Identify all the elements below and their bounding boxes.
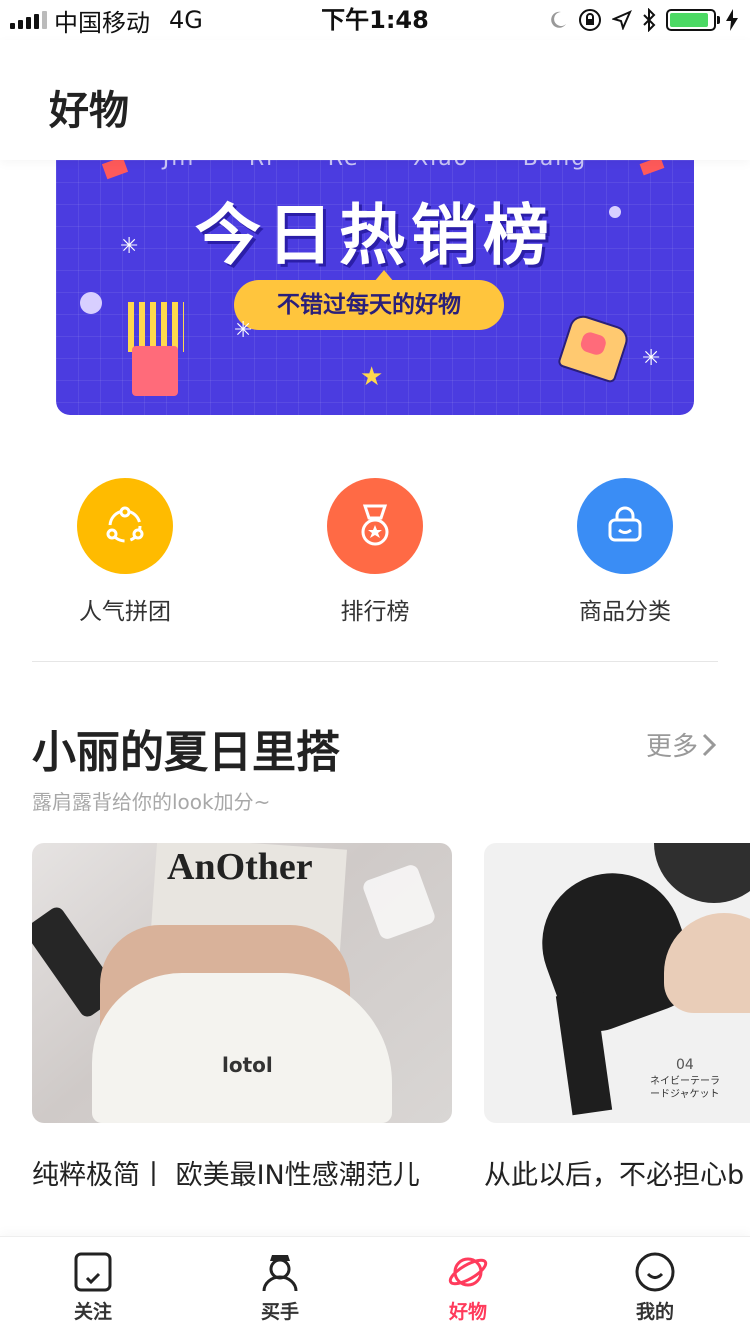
banner-pinyin-item: Xiao [413,160,469,171]
card-title: 从此以后，不必担心b [484,1160,745,1191]
banner-title: 今日热销榜 [195,197,555,274]
card-title: 纯粹极简丨 欧美最IN性感潮范儿 [32,1160,420,1191]
cup-decoration-icon [132,346,178,396]
quick-nav-label: 商品分类 [579,599,671,625]
fries-decoration-icon [128,302,184,352]
group-share-icon [77,478,173,574]
tab-label: 买手 [260,1301,299,1323]
medal-icon [327,478,423,574]
battery-icon [666,9,720,31]
status-right [548,7,738,33]
tab-buyer[interactable]: 买手 [220,1251,340,1324]
more-label: 更多 [645,732,698,762]
card-image: 04 ネイビーテーラードジャケット [484,843,750,1123]
top-header: 好物 [0,40,750,160]
more-link[interactable]: 更多 [646,726,718,763]
follow-icon [74,1252,112,1292]
quick-nav-group-buy[interactable]: 人气拼团 [25,478,225,626]
planet-icon [448,1257,488,1287]
cup-grey-shape [654,843,750,903]
quick-nav-category[interactable]: 商品分类 [525,478,725,626]
sparkle-icon: ✳ [234,318,253,343]
section-title: 小丽的夏日里搭 [32,727,340,778]
card-image-note: ネイビーテーラードジャケット [650,1076,720,1100]
banner-pinyin-item: Ri [249,160,274,171]
charging-icon [726,9,738,31]
card-image-note: lotol [222,1053,273,1077]
outfit-card[interactable]: AnOther lotol 纯粹极简丨 欧美最IN性感潮范儿 [32,843,452,1192]
sparkle-icon: ✳ [642,346,661,371]
planet-decoration-icon [80,292,102,314]
app-screen: 中国移动 4G 下午1:48 好物 Jin Ri Re Xiao Bang 今 [0,0,750,1334]
section-divider [32,661,718,662]
quick-nav: 人气拼团 排行榜 商品分类 [0,478,750,628]
hot-sale-banner[interactable]: Jin Ri Re Xiao Bang 今日热销榜 不错过每天的好物 ✳ ✳ ✳… [56,160,694,415]
page-title: 好物 [49,88,129,134]
card-carousel[interactable]: AnOther lotol 纯粹极简丨 欧美最IN性感潮范儿 04 ネイビーテー… [32,843,750,1203]
card-image: AnOther lotol [32,843,452,1123]
star-decoration-icon: ★ [360,362,384,392]
smile-icon [635,1252,675,1292]
buyer-icon [262,1255,298,1292]
fabric-white-shape [92,973,392,1123]
magazine-text: AnOther [167,846,313,888]
tab-mine[interactable]: 我的 [595,1251,715,1324]
status-bar: 中国移动 4G 下午1:48 [0,0,750,40]
section-subtitle: 露肩露背给你的look加分~ [32,790,271,814]
quick-nav-label: 排行榜 [340,599,410,625]
banner-pinyin-item: Re [328,160,360,171]
tab-label: 关注 [73,1301,112,1323]
location-icon [612,10,632,30]
sparkle-icon: ✳ [120,234,139,259]
banner-pinyin: Jin Ri Re Xiao Bang [56,160,694,171]
outfit-card[interactable]: 04 ネイビーテーラードジャケット 从此以后，不必担心b [484,843,750,1192]
banner-pinyin-item: Bang [523,160,587,171]
decoration-shape [639,160,665,176]
moon-icon [551,11,566,28]
banner-subtitle: 不错过每天的好物 [234,270,504,330]
bottom-tab-bar: 关注 买手 好物 我的 [0,1236,750,1334]
dot-decoration-icon [609,206,621,218]
candle-shape [361,862,437,942]
tab-label: 我的 [635,1301,674,1323]
basket-icon [577,478,673,574]
bluetooth-icon [643,8,656,32]
battery-level [670,13,708,27]
card-image-number: 04 [676,1057,694,1073]
decoration-shape [101,160,129,180]
banner-pinyin-item: Jin [163,160,196,171]
quick-nav-label: 人气拼团 [79,599,171,625]
tab-follow[interactable]: 关注 [33,1251,153,1324]
chevron-right-icon [702,733,717,756]
tab-label: 好物 [448,1301,487,1323]
quick-nav-ranking[interactable]: 排行榜 [275,478,475,626]
rotation-lock-icon [579,9,601,31]
toast-decoration-icon [556,312,632,384]
tab-goods[interactable]: 好物 [408,1251,528,1324]
